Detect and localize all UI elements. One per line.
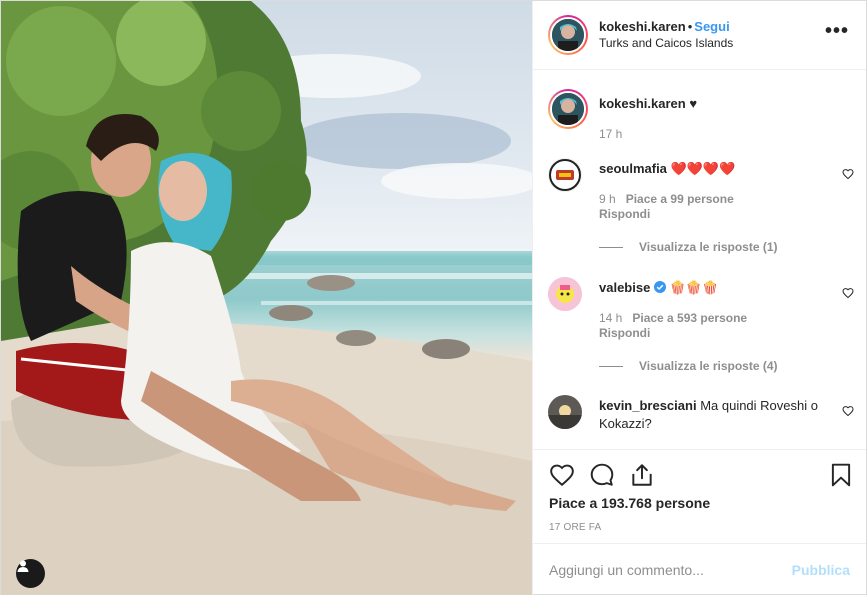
post-photo[interactable]: [1, 1, 532, 595]
comment-likes[interactable]: Piace a 593 persone: [632, 311, 747, 325]
view-replies-button[interactable]: Visualizza le risposte (1): [599, 240, 778, 254]
beach-photo-illustration: [1, 1, 532, 595]
comment-username[interactable]: valebise: [599, 280, 650, 295]
share-icon[interactable]: [629, 462, 655, 488]
comment-likes[interactable]: Piace a 99 persone: [626, 192, 734, 206]
comment-text: 🍿🍿🍿: [669, 280, 719, 295]
comment-item: kevin_bresciani Ma quindi Roveshi o Koka…: [548, 395, 854, 445]
reply-button[interactable]: Rispondi: [599, 207, 650, 221]
comment-icon[interactable]: [589, 462, 615, 488]
heart-icon[interactable]: [549, 462, 575, 488]
comment-time[interactable]: 14 h: [599, 311, 622, 325]
view-replies-label: Visualizza le risposte (4): [639, 359, 778, 373]
comment-input[interactable]: [549, 562, 792, 578]
comment-avatar[interactable]: [548, 277, 582, 311]
post-date[interactable]: 17 ORE FA: [549, 522, 601, 533]
publish-button[interactable]: Pubblica: [792, 562, 850, 578]
comment-like-heart-icon[interactable]: [842, 168, 854, 180]
post-header: kokeshi.karen • Segui Turks and Caicos Isl…: [533, 1, 866, 70]
comment-like-heart-icon[interactable]: [842, 287, 854, 299]
view-replies-button[interactable]: Visualizza le risposte (4): [599, 359, 778, 373]
comment-username[interactable]: seoulmafia: [599, 161, 667, 176]
comment-username[interactable]: kevin_bresciani: [599, 398, 697, 413]
verified-badge-icon: [653, 281, 666, 293]
action-bar: [533, 449, 866, 495]
caption-text: ♥: [689, 96, 698, 111]
caption-username[interactable]: kokeshi.karen: [599, 96, 686, 111]
comment-text: ❤️❤️❤️❤️: [670, 161, 736, 176]
replies-line: [599, 365, 623, 367]
author-avatar[interactable]: [548, 15, 588, 55]
follow-button[interactable]: Segui: [694, 19, 729, 34]
bookmark-icon[interactable]: [828, 462, 854, 488]
add-comment-form: Pubblica: [533, 543, 866, 595]
more-options-icon[interactable]: •••: [825, 21, 849, 41]
location-link[interactable]: Turks and Caicos Islands: [599, 35, 733, 52]
comment-like-heart-icon[interactable]: [842, 405, 854, 417]
user-tag-icon: [17, 560, 29, 572]
post-side-panel: kokeshi.karen • Segui Turks and Caicos Isl…: [532, 1, 866, 595]
comments-list[interactable]: kokeshi.karen ♥ 17 h seoulmafia ❤️❤️❤️❤️…: [533, 71, 866, 449]
caption-time[interactable]: 17 h: [599, 127, 622, 141]
comment-item: seoulmafia ❤️❤️❤️❤️ 9 h Piace a 99 person…: [548, 158, 854, 258]
likes-count[interactable]: Piace a 193.768 persone: [549, 495, 710, 511]
reply-button[interactable]: Rispondi: [599, 326, 650, 340]
comment-avatar[interactable]: [548, 395, 582, 429]
user-tag-button[interactable]: [16, 559, 45, 588]
post-modal: kokeshi.karen • Segui Turks and Caicos Isl…: [0, 0, 867, 595]
caption-avatar[interactable]: [548, 89, 588, 129]
view-replies-label: Visualizza le risposte (1): [639, 240, 778, 254]
comment-time[interactable]: 9 h: [599, 192, 616, 206]
comment-avatar[interactable]: [548, 158, 582, 192]
caption: kokeshi.karen ♥ 17 h: [548, 89, 854, 149]
author-username[interactable]: kokeshi.karen: [599, 19, 686, 34]
comment-item: valebise 🍿🍿🍿 14 h Piace a 593 persone Ris…: [548, 277, 854, 377]
replies-line: [599, 246, 623, 248]
